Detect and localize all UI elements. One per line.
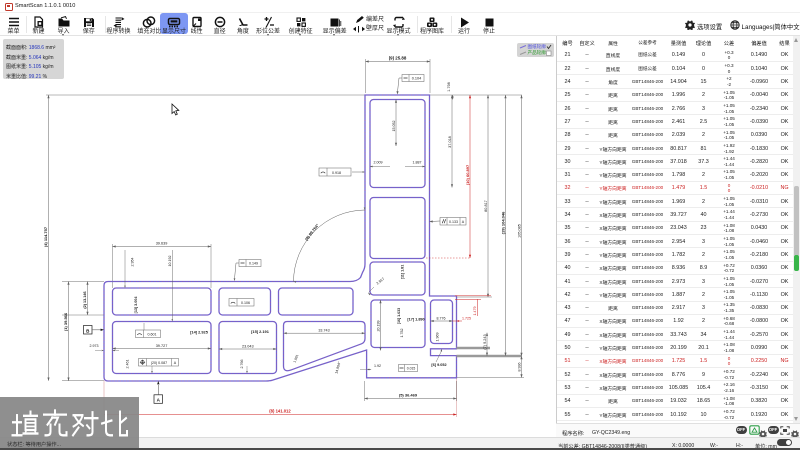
svg-text:(4) 114.757: (4) 114.757 — [43, 226, 48, 247]
svg-text:(2) 13.146: (2) 13.146 — [83, 291, 87, 308]
svg-text:39.727: 39.727 — [156, 344, 168, 348]
svg-text:2.766: 2.766 — [240, 360, 244, 369]
svg-text:23.043: 23.043 — [242, 344, 254, 348]
svg-text:2.009: 2.009 — [374, 161, 383, 165]
svg-text:0.601: 0.601 — [148, 333, 157, 337]
svg-text:0.106: 0.106 — [241, 301, 250, 305]
svg-text:(1) 39.566: (1) 39.566 — [63, 312, 68, 331]
svg-text:33.743: 33.743 — [318, 328, 329, 332]
svg-text:1.92: 1.92 — [374, 364, 381, 368]
svg-text:0.015: 0.015 — [407, 367, 416, 371]
svg-text:(5) 36.469: (5) 36.469 — [399, 393, 418, 398]
svg-text:[11] 1.81: [11] 1.81 — [401, 265, 405, 280]
svg-text:1.798: 1.798 — [447, 82, 451, 92]
svg-text:(7) 9.243: (7) 9.243 — [483, 334, 487, 349]
svg-text:37.018: 37.018 — [448, 136, 452, 148]
svg-text:20.199: 20.199 — [376, 321, 380, 332]
svg-text:1.725: 1.725 — [462, 316, 471, 320]
svg-text:8.936: 8.936 — [517, 363, 521, 372]
svg-text:[17] 1.890: [17] 1.890 — [407, 318, 424, 322]
svg-text:[6] 9.052: [6] 9.052 — [431, 363, 446, 367]
svg-text:39.639: 39.639 — [156, 242, 168, 246]
svg-text:2.954: 2.954 — [131, 258, 135, 267]
svg-text:1.479: 1.479 — [473, 307, 477, 316]
svg-text:(9) 25.88: (9) 25.88 — [389, 56, 407, 61]
svg-text:(19) 104.046: (19) 104.046 — [500, 211, 505, 234]
svg-text:0.133: 0.133 — [449, 220, 458, 224]
svg-text:80.817: 80.817 — [484, 200, 488, 212]
svg-text:15.052: 15.052 — [392, 121, 396, 132]
svg-text:(8) 99.754°: (8) 99.754° — [304, 222, 320, 241]
svg-text:2.461: 2.461 — [125, 360, 129, 369]
svg-text:0.918: 0.918 — [332, 171, 341, 175]
svg-text:14.904°: 14.904° — [334, 361, 341, 375]
svg-text:[13] 3.004: [13] 3.004 — [134, 296, 138, 314]
svg-text:(10) 60.897: (10) 60.897 — [465, 164, 470, 185]
svg-text:[14] 2.925: [14] 2.925 — [190, 329, 209, 334]
svg-text:(8) 141.012: (8) 141.012 — [269, 408, 291, 413]
svg-text:1.981: 1.981 — [293, 354, 300, 363]
svg-text:1.887: 1.887 — [413, 161, 422, 165]
svg-text:105.085: 105.085 — [517, 224, 521, 238]
svg-text:2.973: 2.973 — [90, 344, 99, 348]
svg-text:10.192: 10.192 — [168, 256, 172, 267]
svg-text:(20) 0.087: (20) 0.087 — [151, 361, 167, 365]
svg-text:2.917: 2.917 — [376, 277, 386, 286]
svg-text:[16] 1.633: [16] 1.633 — [397, 308, 401, 324]
svg-text:1.782: 1.782 — [400, 329, 404, 338]
svg-text:1.969: 1.969 — [435, 333, 439, 342]
svg-text:[15] 2.191: [15] 2.191 — [251, 329, 270, 334]
svg-text:0.149: 0.149 — [249, 262, 258, 266]
svg-text:0.104: 0.104 — [412, 77, 422, 81]
svg-text:8.776: 8.776 — [437, 316, 446, 320]
